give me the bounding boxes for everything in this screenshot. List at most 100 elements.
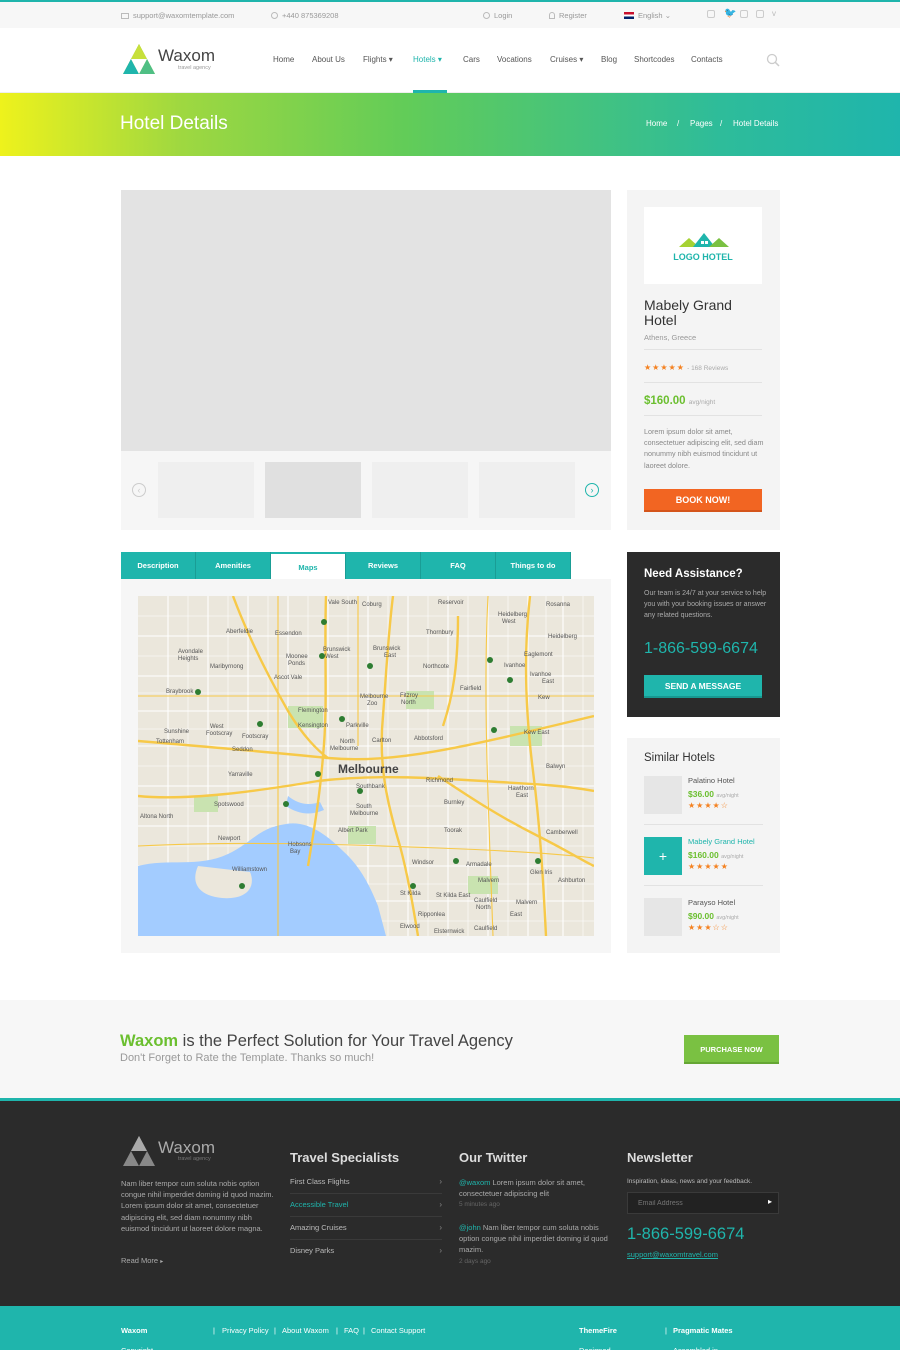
tweet-handle[interactable]: @john <box>459 1223 481 1232</box>
tab-maps[interactable]: Maps <box>271 552 346 580</box>
nav-cruises[interactable]: Cruises ▾ <box>550 55 583 64</box>
svg-text:Sunshine: Sunshine <box>164 729 190 735</box>
assistance-phone[interactable]: 1-866-599-6674 <box>644 640 758 658</box>
svg-text:Ivanhoe: Ivanhoe <box>504 663 526 669</box>
similar-hotel-name[interactable]: Parayso Hotel <box>688 898 735 907</box>
facebook-icon[interactable] <box>707 10 715 18</box>
purchase-now-button[interactable]: PURCHASE NOW <box>684 1035 779 1064</box>
login-link[interactable]: Login <box>483 11 512 20</box>
similar-hotel-image[interactable] <box>644 776 682 814</box>
svg-text:Ascot Vale: Ascot Vale <box>274 675 303 681</box>
svg-text:Malvern: Malvern <box>478 878 499 884</box>
nav-vocations[interactable]: Vocations <box>497 55 532 64</box>
map-roads: Vale South Coburg Reservoir Rosanna Heidelb… <box>138 596 594 936</box>
gallery-main-image[interactable] <box>121 190 611 451</box>
breadcrumb-home[interactable]: Home <box>646 119 667 128</box>
waxom-logo-icon[interactable] <box>121 42 157 76</box>
newsletter-text: Inspiration, ideas, news and your feedba… <box>627 1178 753 1185</box>
footer-email[interactable]: support@waxomtravel.com <box>627 1250 718 1259</box>
tab-amenities[interactable]: Amenities <box>196 552 271 579</box>
gallery-next-icon[interactable]: › <box>585 483 599 497</box>
brand-tagline: travel agency <box>178 65 211 71</box>
tab-description[interactable]: Description <box>121 552 196 579</box>
svg-text:Glen Iris: Glen Iris <box>530 870 552 876</box>
plus-icon[interactable]: + <box>644 837 682 875</box>
about-waxom-link[interactable]: About Waxom <box>282 1326 329 1335</box>
brand-name[interactable]: Waxom <box>158 46 215 66</box>
submit-arrow-icon[interactable]: ▸ <box>768 1197 772 1206</box>
svg-text:Ripponlea: Ripponlea <box>418 912 446 918</box>
gallery-thumbnail[interactable] <box>479 462 575 518</box>
language-select[interactable]: English ⌄ <box>624 11 671 20</box>
nav-hotels[interactable]: Hotels ▾ <box>413 55 442 64</box>
search-icon[interactable] <box>766 53 780 67</box>
similar-hotel-name[interactable]: Mabely Grand Hotel <box>688 837 755 846</box>
assistance-title: Need Assistance? <box>644 568 743 580</box>
separator: | <box>213 1326 215 1335</box>
vimeo-icon[interactable]: v <box>772 9 780 18</box>
svg-text:Elwood: Elwood <box>400 924 420 930</box>
footer-phone[interactable]: 1-866-599-6674 <box>627 1225 744 1244</box>
gallery-prev-icon[interactable]: ‹ <box>132 483 146 497</box>
google-plus-icon[interactable] <box>740 10 748 18</box>
support-email[interactable]: support@waxomtemplate.com <box>121 11 234 20</box>
footer-brand-tagline: travel agency <box>178 1156 211 1162</box>
hotel-rating: ★★★★★ - 168 Reviews <box>644 363 728 372</box>
footer-link[interactable]: Accessible Travel › <box>290 1194 442 1217</box>
privacy-policy-link[interactable]: Privacy Policy <box>222 1326 269 1335</box>
designer-link[interactable]: ThemeFire <box>579 1326 617 1335</box>
page-banner: Hotel Details Home / Pages / Hotel Detai… <box>0 93 900 156</box>
similar-hotel-stars: ★★★★☆ <box>688 801 729 810</box>
newsletter-email-input[interactable] <box>638 1198 758 1209</box>
gallery-thumbnail[interactable] <box>265 462 361 518</box>
svg-text:Essendon: Essendon <box>275 631 302 637</box>
similar-hotel-image[interactable] <box>644 898 682 936</box>
tab-things-to-do[interactable]: Things to do <box>496 552 571 579</box>
twitter-icon[interactable]: 🐦 <box>724 8 736 19</box>
send-message-button[interactable]: SEND A MESSAGE <box>644 675 762 698</box>
svg-text:Tottenham: Tottenham <box>156 739 184 745</box>
svg-text:Hobsons: Hobsons <box>288 842 312 848</box>
contact-support-link[interactable]: Contact Support <box>371 1326 425 1335</box>
instagram-icon[interactable] <box>756 10 764 18</box>
footer-link[interactable]: Amazing Cruises › <box>290 1217 442 1240</box>
nav-home[interactable]: Home <box>273 55 294 64</box>
assembler-link[interactable]: Pragmatic Mates <box>673 1326 733 1335</box>
nav-blog[interactable]: Blog <box>601 55 617 64</box>
svg-text:Ashburton: Ashburton <box>558 878 585 884</box>
footer-logo-icon[interactable] <box>121 1134 157 1168</box>
gallery-thumbnail[interactable] <box>372 462 468 518</box>
nav-shortcodes[interactable]: Shortcodes <box>634 55 674 64</box>
book-now-button[interactable]: BOOK NOW! <box>644 489 762 512</box>
nav-about-us[interactable]: About Us <box>312 55 345 64</box>
read-more-link[interactable]: Read More ▸ <box>121 1256 163 1265</box>
breadcrumb-separator: / <box>677 119 680 128</box>
register-link[interactable]: Register <box>549 11 587 20</box>
tweet-handle[interactable]: @waxom <box>459 1178 490 1187</box>
hotel-name: Mabely Grand Hotel <box>644 297 732 328</box>
nav-contacts[interactable]: Contacts <box>691 55 723 64</box>
svg-text:North: North <box>340 739 355 745</box>
svg-text:West: West <box>210 724 224 730</box>
tab-faq[interactable]: FAQ <box>421 552 496 579</box>
nav-flights[interactable]: Flights ▾ <box>363 55 393 64</box>
divider <box>644 824 763 825</box>
breadcrumb-pages[interactable]: Pages <box>690 119 713 128</box>
location-map[interactable]: Vale South Coburg Reservoir Rosanna Heidelb… <box>138 596 594 936</box>
uk-flag-icon <box>624 12 634 19</box>
svg-text:Richmond: Richmond <box>426 778 453 784</box>
similar-hotel-item[interactable]: + Mabely Grand Hotel $160.00 avg/night ★… <box>644 837 763 877</box>
nav-cars[interactable]: Cars <box>463 55 480 64</box>
faq-link[interactable]: FAQ <box>344 1326 359 1335</box>
tab-reviews[interactable]: Reviews <box>346 552 421 579</box>
similar-hotel-name[interactable]: Palatino Hotel <box>688 776 735 785</box>
footer-link[interactable]: Disney Parks › <box>290 1240 442 1263</box>
site-header: Waxom travel agency Home About Us Flight… <box>0 28 900 93</box>
footer-link[interactable]: First Class Flights › <box>290 1171 442 1194</box>
similar-hotel-item[interactable]: Palatino Hotel $36.00 avg/night ★★★★☆ <box>644 776 763 816</box>
review-count[interactable]: - 168 Reviews <box>687 365 728 372</box>
gallery-thumbnail[interactable] <box>158 462 254 518</box>
similar-hotel-item[interactable]: Parayso Hotel $90.00 avg/night ★★★☆☆ <box>644 898 763 938</box>
footer-twitter-title: Our Twitter <box>459 1150 528 1165</box>
support-phone: +440 875369208 <box>271 11 339 20</box>
